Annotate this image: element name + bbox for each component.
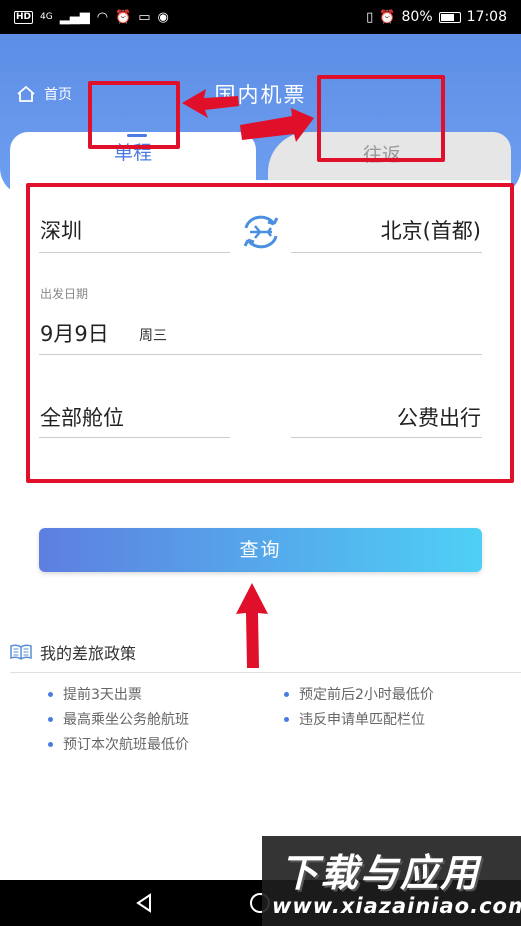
arrow-to-one-way-icon bbox=[182, 89, 239, 118]
arrow-to-round-trip-icon bbox=[240, 108, 314, 142]
watermark: 下载与应用 www.xiazainiao.com bbox=[262, 836, 521, 926]
arrow-to-search-icon bbox=[236, 583, 268, 668]
watermark-url: www.xiazainiao.com bbox=[272, 894, 521, 918]
watermark-logo: 下载与应用 bbox=[280, 851, 481, 895]
back-icon[interactable] bbox=[134, 893, 154, 913]
annotation-arrows bbox=[182, 89, 314, 668]
